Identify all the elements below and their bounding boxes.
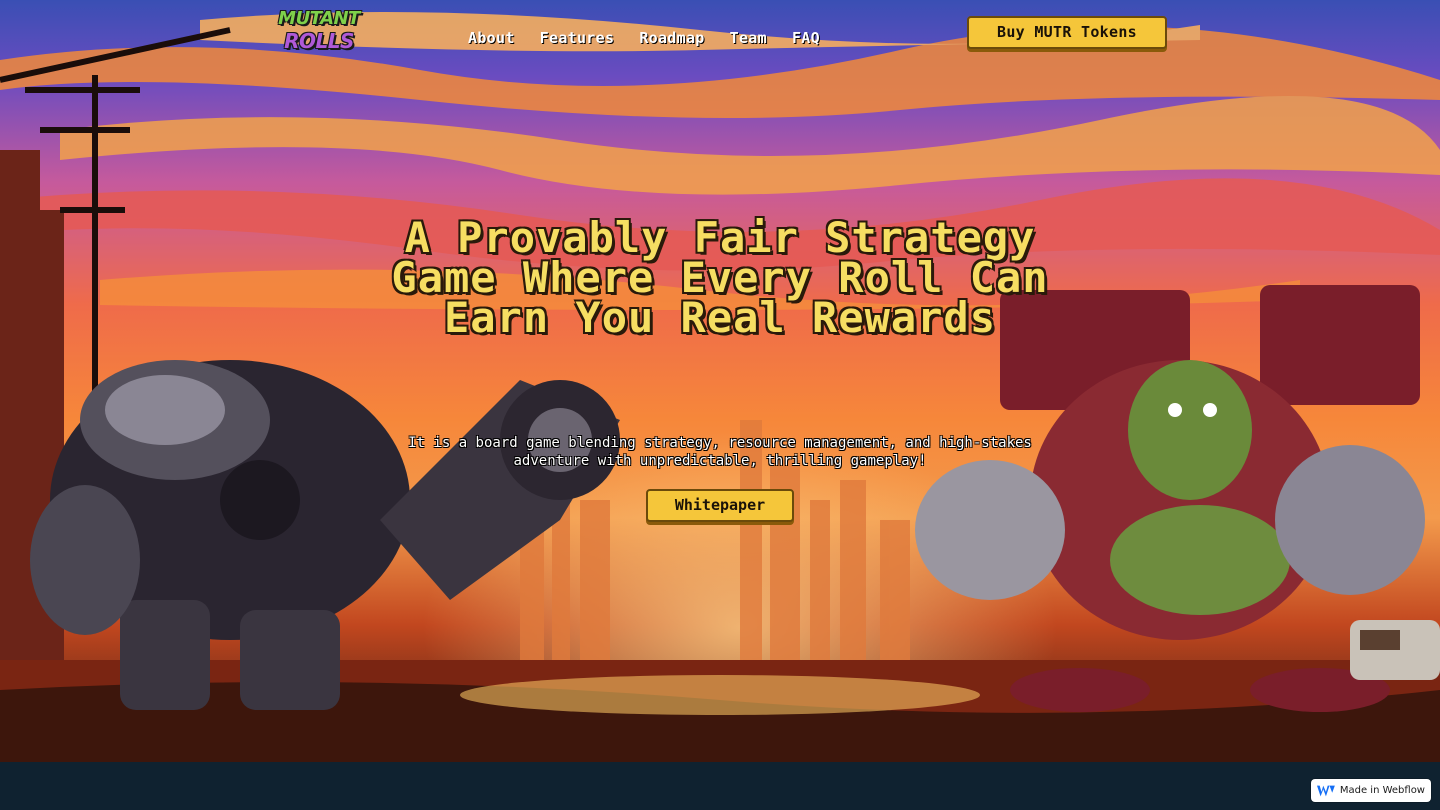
mutant-rolls-logo[interactable]: MUTANT ROLLS [276,8,362,58]
made-in-webflow-badge[interactable]: Made in Webflow [1311,779,1431,802]
logo-text-line2: ROLLS [284,29,354,53]
wasteland-scene-illustration [0,27,1440,762]
nav-links: About Features Roadmap Team FAQ [468,29,820,47]
hero-subtext: It is a board game blending strategy, re… [408,435,1032,469]
nav-link-roadmap[interactable]: Roadmap [639,29,704,47]
webflow-logo-icon [1317,785,1335,796]
footer-band [0,762,1440,810]
nav-link-team[interactable]: Team [730,29,767,47]
nav-link-features[interactable]: Features [540,29,615,47]
whitepaper-button[interactable]: Whitepaper [646,489,794,522]
badge-label: Made in Webflow [1339,785,1425,796]
nav-link-faq[interactable]: FAQ [792,29,820,47]
hero-headline: A Provably Fair Strategy Game Where Ever… [391,213,1049,342]
right-monster-character [915,285,1425,712]
hero-section: MUTANT ROLLS About Features Roadmap Team… [0,0,1440,762]
nav-link-about[interactable]: About [468,29,515,47]
buy-tokens-button[interactable]: Buy MUTR Tokens [967,16,1167,49]
wrecked-car [1350,620,1440,680]
top-navigation: MUTANT ROLLS About Features Roadmap Team… [0,0,1440,74]
logo-text-line1: MUTANT [278,8,360,29]
